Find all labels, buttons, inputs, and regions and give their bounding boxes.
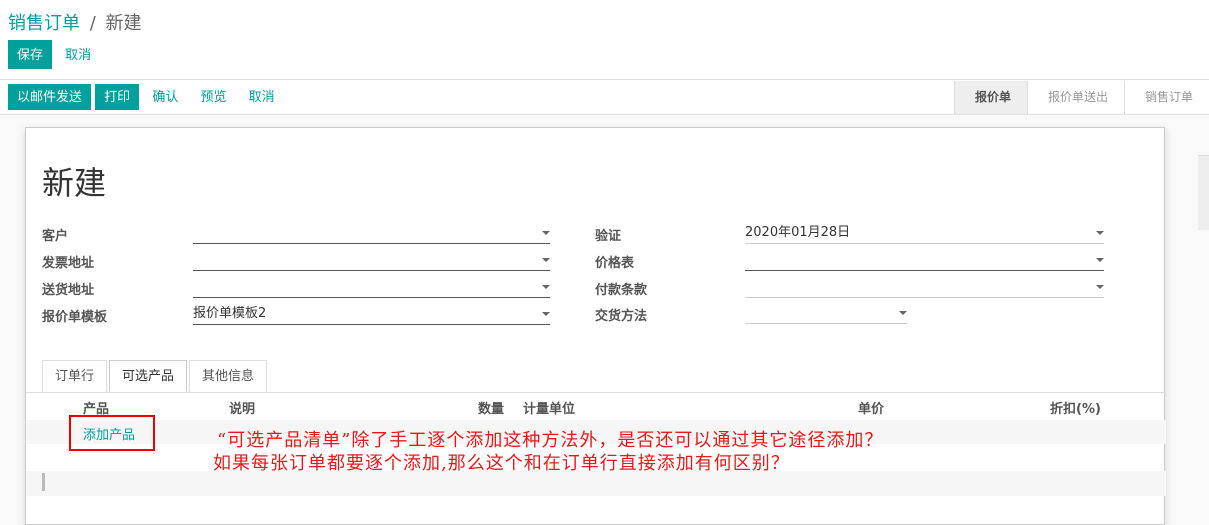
payment-terms-label: 付款条款: [595, 283, 648, 298]
chevron-down-icon[interactable]: [542, 312, 550, 316]
invoice-address-field[interactable]: [193, 251, 550, 271]
tab-other-info[interactable]: 其他信息: [189, 360, 268, 392]
statusbar-buttons: 以邮件发送 打印 确认 预览 取消: [8, 84, 284, 110]
customer-label: 客户: [42, 229, 69, 244]
chevron-down-icon[interactable]: [899, 311, 907, 315]
chevron-down-icon[interactable]: [542, 258, 550, 262]
stage-quotation[interactable]: 报价单: [953, 81, 1027, 114]
control-panel: 销售订单 / 新建 保存 取消: [0, 0, 1209, 80]
breadcrumb-separator: /: [89, 13, 96, 34]
status-stages: 报价单 报价单送出 销售订单: [953, 81, 1209, 114]
validity-date-field[interactable]: 2020年01月28日: [745, 224, 1104, 244]
breadcrumb-current: 新建: [105, 13, 142, 34]
delivery-address-label: 送货地址: [42, 283, 95, 298]
tab-divider: [26, 392, 1166, 393]
notebook-tabs: 订单行 可选产品 其他信息: [42, 360, 269, 392]
chevron-down-icon[interactable]: [542, 285, 550, 289]
chevron-down-icon[interactable]: [1096, 258, 1104, 262]
column-header-unit-price[interactable]: 单价: [858, 398, 884, 417]
chevron-down-icon[interactable]: [1096, 231, 1104, 235]
column-header-discount[interactable]: 折扣(%): [1050, 398, 1101, 417]
payment-terms-field[interactable]: [745, 278, 1104, 298]
chatter-edge: [1198, 155, 1209, 230]
preview-button[interactable]: 预览: [191, 84, 235, 110]
form-buttons: 保存 取消: [8, 40, 100, 69]
column-header-quantity[interactable]: 数量: [478, 398, 504, 417]
tab-order-lines[interactable]: 订单行: [42, 360, 108, 392]
breadcrumb: 销售订单 / 新建: [8, 9, 142, 35]
column-header-description[interactable]: 说明: [229, 398, 255, 417]
text-cursor: [42, 473, 45, 491]
delivery-method-field[interactable]: [745, 304, 907, 324]
tab-optional-products[interactable]: 可选产品: [109, 360, 188, 392]
stage-quotation-sent[interactable]: 报价单送出: [1026, 81, 1124, 114]
confirm-button[interactable]: 确认: [143, 84, 187, 110]
statusbar: 以邮件发送 打印 确认 预览 取消 报价单 报价单送出 销售订单: [0, 81, 1209, 115]
delivery-method-label: 交货方法: [595, 309, 648, 324]
save-button[interactable]: 保存: [8, 40, 53, 69]
chevron-down-icon[interactable]: [542, 231, 550, 235]
pricelist-label: 价格表: [595, 256, 635, 271]
breadcrumb-parent[interactable]: 销售订单: [8, 13, 80, 34]
record-title: 新建: [42, 164, 107, 202]
validity-value: 2020年01月28日: [745, 225, 851, 240]
annotation-highlight-box: [69, 415, 155, 451]
discard-button[interactable]: 取消: [56, 40, 100, 69]
form-sheet: 新建 客户 发票地址 送货地址 报价单模板 报价单模板2 验证 2020年01月…: [25, 127, 1166, 525]
stage-sales-order[interactable]: 销售订单: [1123, 81, 1209, 114]
chevron-down-icon[interactable]: [1096, 285, 1104, 289]
invoice-address-label: 发票地址: [42, 256, 95, 271]
column-header-uom[interactable]: 计量单位: [523, 398, 575, 417]
validity-label: 验证: [595, 229, 622, 244]
annotation-text-line2: 如果每张订单都要逐个添加,那么这个和在订单行直接添加有何区别？: [213, 453, 790, 474]
pricelist-field[interactable]: [745, 251, 1104, 271]
quotation-template-label: 报价单模板: [42, 310, 108, 325]
quotation-template-value: 报价单模板2: [193, 306, 267, 321]
print-button[interactable]: 打印: [95, 84, 140, 110]
delivery-address-field[interactable]: [193, 278, 550, 298]
cancel-button[interactable]: 取消: [240, 84, 284, 110]
customer-field[interactable]: [193, 224, 550, 244]
quotation-template-field[interactable]: 报价单模板2: [193, 305, 550, 325]
send-by-email-button[interactable]: 以邮件发送: [8, 84, 92, 110]
